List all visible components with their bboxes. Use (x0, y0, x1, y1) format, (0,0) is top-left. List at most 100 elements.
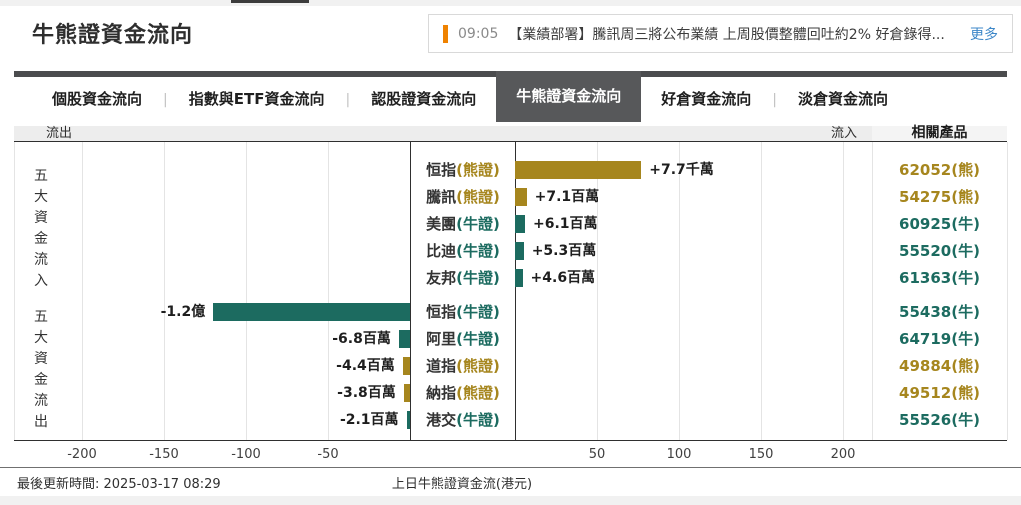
tab-5[interactable]: 淡倉資金流向 (778, 77, 908, 122)
x-tick-label: -200 (67, 447, 97, 462)
news-ticker: 09:05 【業績部署】騰訊周三將公布業績 上周股價整體回吐約2% 好倉錄得..… (428, 14, 1013, 53)
category-label: 阿里(牛證) (411, 329, 515, 349)
x-tick-label: 150 (748, 447, 774, 462)
chart-top-border (14, 141, 1007, 142)
certificate-type: (熊證) (456, 188, 500, 206)
bar-value-label: +7.7千萬 (649, 162, 714, 178)
gridline (843, 142, 844, 440)
tab-3[interactable]: 牛熊證資金流向 (496, 71, 642, 122)
tab-2[interactable]: 認股證資金流向 (351, 77, 496, 122)
x-tick-label: -100 (231, 447, 261, 462)
gridline (761, 142, 762, 440)
flow-bar (515, 215, 525, 233)
certificate-type: (熊證) (456, 161, 500, 179)
underlying-name: 港交 (426, 411, 457, 429)
related-product-link[interactable]: 60925(牛) (872, 214, 1007, 234)
page-title: 牛熊證資金流向 (32, 23, 194, 48)
category-label: 納指(熊證) (411, 383, 515, 403)
related-product-link[interactable]: 62052(熊) (872, 160, 1007, 180)
chart-bottom-axis (14, 440, 1007, 441)
related-products-header: 相關產品 (911, 125, 968, 141)
outflow-header: 流出 (46, 126, 73, 141)
tab-4[interactable]: 好倉資金流向 (641, 77, 771, 122)
zero-axis (515, 142, 516, 440)
certificate-type: (熊證) (456, 357, 500, 375)
gridline (246, 142, 247, 440)
gridline (679, 142, 680, 440)
tab-separator: | (772, 91, 777, 108)
x-tick-label: -150 (149, 447, 179, 462)
flow-bar (515, 269, 523, 287)
category-label: 恒指(熊證) (411, 160, 515, 180)
top-edge-fragment (231, 0, 309, 3)
category-label: 騰訊(熊證) (411, 187, 515, 207)
related-product-link[interactable]: 55438(牛) (872, 302, 1007, 322)
underlying-name: 比迪 (426, 242, 457, 260)
news-headline-link[interactable]: 【業績部署】騰訊周三將公布業績 上周股價整體回吐約2% 好倉錄得... (508, 24, 960, 44)
certificate-type: (熊證) (456, 384, 500, 402)
bar-value-label: +6.1百萬 (533, 216, 598, 232)
tab-1[interactable]: 指數與ETF資金流向 (169, 77, 345, 122)
flow-bar (406, 411, 410, 429)
x-tick-label: 50 (588, 447, 606, 462)
x-tick-label: 100 (666, 447, 692, 462)
related-product-link[interactable]: 55520(牛) (872, 241, 1007, 261)
category-label: 道指(熊證) (411, 356, 515, 376)
gridline (597, 142, 598, 440)
underlying-name: 恒指 (426, 161, 457, 179)
tab-0[interactable]: 個股資金流向 (32, 77, 162, 122)
flow-bar (398, 330, 410, 348)
news-time: 09:05 (458, 25, 499, 42)
underlying-name: 美團 (426, 215, 457, 233)
tab-separator: | (163, 91, 168, 108)
gridline (328, 142, 329, 440)
certificate-type: (牛證) (456, 215, 500, 233)
bar-value-label: -2.1百萬 (339, 412, 399, 428)
related-product-link[interactable]: 54275(熊) (872, 187, 1007, 207)
underlying-name: 道指 (426, 357, 457, 375)
category-label: 港交(牛證) (411, 410, 515, 430)
x-tick-label: -50 (317, 447, 339, 462)
last-updated-text: 最後更新時間: 2025-03-17 08:29 (17, 477, 221, 492)
underlying-name: 恒指 (426, 303, 457, 321)
group-label-top5-outflow: 五 大 資 金 流 出 (34, 309, 48, 430)
certificate-type: (牛證) (456, 411, 500, 429)
flow-bar (515, 188, 527, 206)
related-product-link[interactable]: 64719(牛) (872, 329, 1007, 349)
certificate-type: (牛證) (456, 330, 500, 348)
certificate-type: (牛證) (456, 303, 500, 321)
certificate-type: (牛證) (456, 269, 500, 287)
x-tick-label: 200 (830, 447, 856, 462)
underlying-name: 騰訊 (426, 188, 457, 206)
category-label: 比迪(牛證) (411, 241, 515, 261)
plot-right-edge (1007, 142, 1008, 440)
related-product-link[interactable]: 61363(牛) (872, 268, 1007, 288)
gridline (82, 142, 83, 440)
flow-bar (515, 161, 642, 179)
bar-value-label: -4.4百萬 (336, 358, 395, 374)
bar-value-label: +7.1百萬 (534, 189, 600, 205)
related-product-link[interactable]: 55526(牛) (872, 410, 1007, 430)
related-product-link[interactable]: 49512(熊) (872, 383, 1007, 403)
tab-separator: | (345, 91, 351, 108)
news-more-link[interactable]: 更多 (970, 24, 998, 44)
chart-header-band (14, 126, 872, 141)
bar-value-label: -6.8百萬 (332, 331, 391, 347)
flow-bar (403, 384, 410, 402)
underlying-name: 友邦 (426, 269, 457, 287)
flow-bar (213, 303, 410, 321)
gridline (164, 142, 165, 440)
certificate-type: (牛證) (456, 242, 500, 260)
inflow-header: 流入 (830, 126, 857, 141)
bar-value-label: +5.3百萬 (531, 243, 597, 259)
related-product-link[interactable]: 49884(熊) (872, 356, 1007, 376)
news-accent-bar-icon (443, 24, 448, 43)
category-label: 恒指(牛證) (411, 302, 515, 322)
bar-value-label: -3.8百萬 (337, 385, 396, 401)
underlying-name: 阿里 (426, 330, 457, 348)
tab-bar: 個股資金流向 | 指數與ETF資金流向 | 認股證資金流向 牛熊證資金流向 好倉資金流向 | 淡… (14, 71, 1007, 122)
footer-divider (0, 467, 1021, 468)
underlying-name: 納指 (426, 384, 457, 402)
category-label: 友邦(牛證) (411, 268, 515, 288)
category-label: 美團(牛證) (411, 214, 515, 234)
